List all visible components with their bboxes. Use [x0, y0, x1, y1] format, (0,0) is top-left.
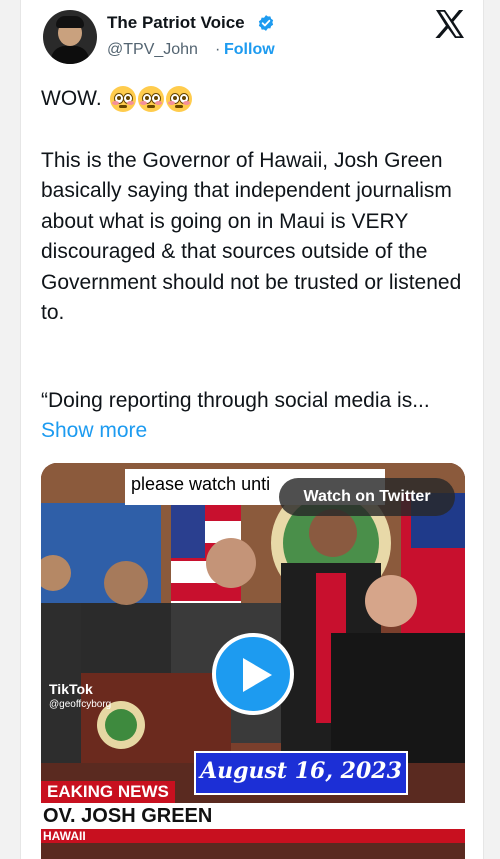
author-handle[interactable]: @TPV_John [107, 41, 198, 59]
avatar-hair-shape [56, 16, 84, 28]
flushed-face-emoji-icon [165, 86, 192, 112]
tweet-body: This is the Governor of Hawaii, Josh Gre… [41, 149, 462, 325]
play-button[interactable] [212, 633, 294, 715]
play-icon [243, 658, 272, 692]
lower-third-location: HAWAII [41, 829, 465, 843]
wow-text: WOW. [41, 87, 102, 110]
x-logo-icon[interactable] [435, 10, 465, 38]
quote-text: “Doing reporting through social media is… [41, 389, 430, 412]
watch-on-twitter-button[interactable]: Watch on Twitter [279, 478, 455, 516]
separator-dot: · [215, 41, 221, 58]
lower-third-name: OV. JOSH GREEN [41, 803, 465, 829]
verified-badge-icon [258, 15, 274, 31]
breaking-news-tag: EAKING NEWS [41, 781, 175, 803]
follow-button[interactable]: Follow [224, 41, 275, 59]
tweet-card: The Patriot Voice @TPV_John · Follow WOW… [20, 0, 484, 859]
show-more-link[interactable]: Show more [41, 419, 147, 442]
flushed-face-emoji-icon [137, 86, 164, 112]
video-caption-text: please watch unti [131, 474, 271, 494]
avatar[interactable] [43, 10, 97, 64]
flushed-face-emoji-icon [109, 86, 136, 112]
tiktok-watermark: TikTok [49, 681, 93, 697]
avatar-body-shape [51, 46, 89, 64]
video-thumbnail[interactable]: please watch unti Watch on Twitter TikTo… [41, 463, 465, 859]
tweet-opening-line: WOW. [41, 86, 194, 112]
tiktok-handle-watermark: @geoffcyborg [49, 699, 112, 710]
author-name[interactable]: The Patriot Voice [107, 13, 245, 33]
tweet-quote: “Doing reporting through social media is… [41, 386, 471, 447]
date-overlay-text: August 16, 2023 [200, 758, 402, 784]
